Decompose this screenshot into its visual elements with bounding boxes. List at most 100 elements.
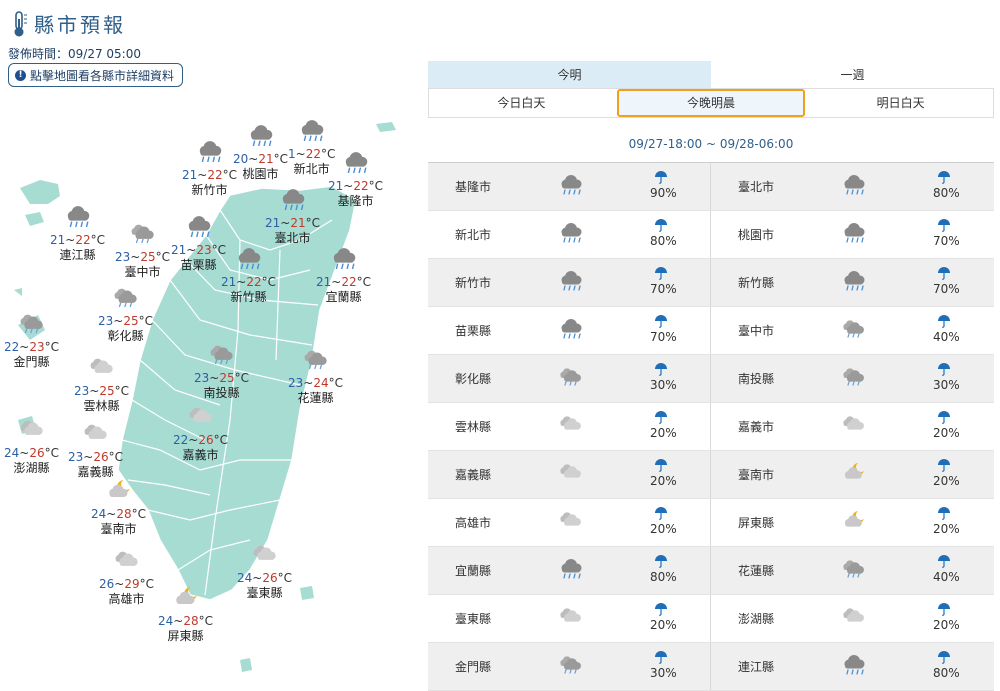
map-city[interactable]: 24~28°C 臺南市 (91, 479, 146, 537)
forecast-cell[interactable]: 連江縣 80% (711, 643, 994, 690)
rain-icon (558, 222, 584, 248)
rain-icon (221, 247, 276, 273)
tab-week[interactable]: 一週 (711, 61, 994, 89)
map-city[interactable]: 23~24°C 花蓮縣 (288, 348, 343, 406)
map-city[interactable]: 21~22°C 宜蘭縣 (316, 247, 371, 305)
map-city[interactable]: 23~25°C 彰化縣 (98, 286, 153, 344)
high-temp: 26 (198, 433, 214, 447)
forecast-cell[interactable]: 基隆市 90% (428, 163, 711, 210)
map-city[interactable]: 24~28°C 屏東縣 (158, 586, 213, 644)
low-temp: 23 (74, 384, 90, 398)
rain-probability: 20% (650, 618, 677, 632)
tab-tonight-tomorrow-morning[interactable]: 今晚明晨 (616, 89, 806, 117)
city-name: 花蓮縣 (738, 564, 775, 578)
forecast-cell[interactable]: 宜蘭縣 80% (428, 547, 711, 594)
tab-today-daytime[interactable]: 今日白天 (429, 89, 614, 117)
cloudy-icon (173, 405, 228, 431)
cloudy-icon (558, 510, 584, 536)
city-name: 金門縣 (455, 660, 492, 674)
rain-probability: 20% (933, 522, 960, 536)
rain-probability: 30% (650, 378, 677, 392)
rain-probability: 40% (933, 330, 960, 344)
cloudy-icon (841, 414, 867, 440)
tab-tomorrow-daytime[interactable]: 明日白天 (808, 89, 993, 117)
city-name: 澎湖縣 (738, 612, 775, 626)
low-temp: 21 (328, 179, 344, 193)
forecast-cell[interactable]: 南投縣 30% (711, 355, 994, 402)
low-temp: 24 (237, 571, 253, 585)
map-city[interactable]: 23~25°C 南投縣 (194, 343, 249, 401)
partly-cloudy-night-icon (91, 479, 146, 505)
high-temp: 25 (219, 371, 235, 385)
rain-probability: 30% (933, 378, 960, 392)
map-city[interactable]: 21~22°C 新竹縣 (221, 247, 276, 305)
partly-cloudy-night-icon (158, 586, 213, 612)
rain-probability: 30% (650, 666, 677, 680)
forecast-cell[interactable]: 臺南市 20% (711, 451, 994, 498)
low-temp: 26 (99, 577, 115, 591)
cloudy-icon (99, 549, 154, 575)
low-temp: 24 (4, 446, 20, 460)
tab-today-tomorrow[interactable]: 今明 (428, 61, 711, 89)
high-temp: 22 (207, 168, 223, 182)
map-city[interactable]: 22~23°C 金門縣 (4, 312, 59, 370)
map-hint-button[interactable]: ! 點擊地圖看各縣市詳細資料 (8, 63, 184, 87)
high-temp: 22 (341, 275, 357, 289)
rain-icon (841, 270, 867, 296)
forecast-cell[interactable]: 彰化縣 30% (428, 355, 711, 402)
forecast-cell[interactable]: 高雄市 20% (428, 499, 711, 546)
rain-icon (558, 558, 584, 584)
forecast-cell[interactable]: 嘉義縣 20% (428, 451, 711, 498)
low-temp: 21 (182, 168, 198, 182)
forecast-cell[interactable]: 桃園市 70% (711, 211, 994, 258)
map-city[interactable]: 21~21°C 臺北市 (265, 188, 320, 246)
forecast-row: 新北市 80% 桃園市 70% (428, 211, 994, 259)
low-temp: 23 (68, 450, 84, 464)
rain-icon (182, 140, 237, 166)
low-temp: 23 (98, 314, 114, 328)
map-city[interactable]: 24~26°C 臺東縣 (237, 543, 292, 601)
cloudy-rain-icon (4, 312, 59, 338)
map-city[interactable]: 26~29°C 高雄市 (99, 549, 154, 607)
cloudy-icon (558, 606, 584, 632)
forecast-cell[interactable]: 屏東縣 20% (711, 499, 994, 546)
cloudy-rain-icon (194, 343, 249, 369)
rain-icon (288, 119, 335, 145)
city-name: 宜蘭縣 (325, 290, 362, 304)
forecast-cell[interactable]: 臺北市 80% (711, 163, 994, 210)
forecast-cell[interactable]: 新竹縣 70% (711, 259, 994, 306)
map-city[interactable]: 24~26°C 澎湖縣 (4, 418, 59, 476)
forecast-cell[interactable]: 花蓮縣 40% (711, 547, 994, 594)
forecast-cell[interactable]: 臺東縣 20% (428, 595, 711, 642)
city-name: 高雄市 (108, 592, 145, 606)
map-city[interactable]: 21~22°C 基隆市 (328, 151, 383, 209)
map-city[interactable]: 21~22°C 新竹市 (182, 140, 237, 198)
cloudy-rain-icon (558, 366, 584, 392)
forecast-cell[interactable]: 新北市 80% (428, 211, 711, 258)
rain-probability: 80% (650, 234, 677, 248)
rain-probability: 20% (933, 618, 960, 632)
rain-icon (841, 222, 867, 248)
forecast-cell[interactable]: 雲林縣 20% (428, 403, 711, 450)
map-city[interactable]: 21~23°C 苗栗縣 (171, 215, 226, 273)
city-name: 屏東縣 (167, 629, 204, 643)
forecast-cell[interactable]: 臺中市 40% (711, 307, 994, 354)
map-city[interactable]: 23~26°C 嘉義縣 (68, 422, 123, 480)
rain-icon (265, 188, 320, 214)
map-city[interactable]: 23~25°C 臺中市 (115, 222, 170, 280)
cloudy-rain-icon (288, 348, 343, 374)
map-city[interactable]: 21~22°C 連江縣 (50, 205, 105, 263)
forecast-cell[interactable]: 苗栗縣 70% (428, 307, 711, 354)
temperature-range: 21~22°C (316, 275, 372, 289)
temperature-range: 23~25°C (74, 384, 130, 398)
forecast-cell[interactable]: 澎湖縣 20% (711, 595, 994, 642)
cloudy-icon (841, 606, 867, 632)
low-temp: 23 (194, 371, 210, 385)
forecast-cell[interactable]: 嘉義市 20% (711, 403, 994, 450)
map-city[interactable]: 22~26°C 嘉義市 (173, 405, 228, 463)
map-city[interactable]: 20~21°C 桃園市 (233, 124, 288, 182)
forecast-cell[interactable]: 金門縣 30% (428, 643, 711, 690)
cloudy-icon (558, 462, 584, 488)
map-city[interactable]: 23~25°C 雲林縣 (74, 356, 129, 414)
forecast-cell[interactable]: 新竹市 70% (428, 259, 711, 306)
